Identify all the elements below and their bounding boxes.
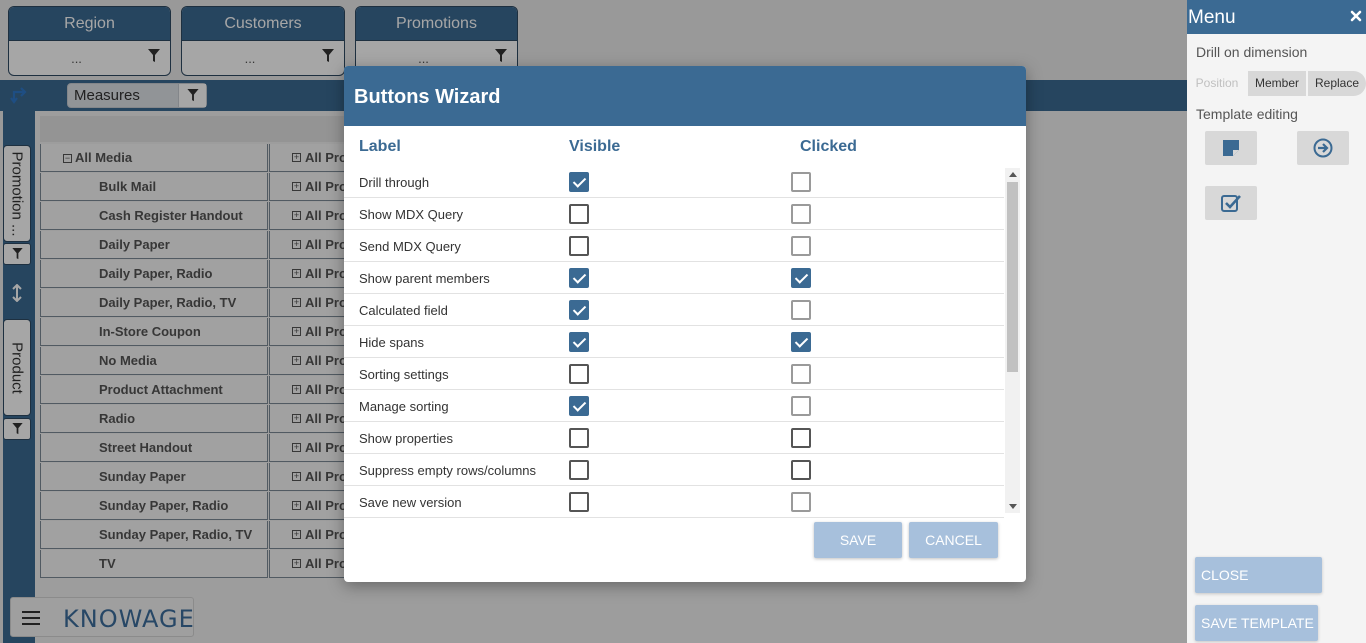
wizard-row-label: Show parent members	[359, 271, 490, 286]
drill-on-dimension-label: Drill on dimension	[1196, 44, 1308, 60]
buttons-wizard-button[interactable]	[1205, 186, 1257, 220]
wizard-row-label: Save new version	[359, 495, 462, 510]
wizard-row: Suppress empty rows/columns	[344, 454, 1004, 486]
wizard-row: Calculated field	[344, 294, 1004, 326]
visible-checkbox[interactable]	[569, 332, 589, 352]
wizard-row-label: Show MDX Query	[359, 207, 464, 222]
wizard-row: Drill through	[344, 166, 1004, 198]
clicked-checkbox[interactable]	[791, 172, 811, 192]
buttons-table: Drill through Show MDX Query Send MDX Quer…	[344, 166, 1004, 518]
visible-checkbox[interactable]	[569, 300, 589, 320]
scroll-thumb[interactable]	[1007, 182, 1018, 372]
visible-checkbox[interactable]	[569, 396, 589, 416]
template-navigate-button[interactable]	[1297, 131, 1349, 165]
clicked-checkbox[interactable]	[791, 396, 811, 416]
visible-checkbox[interactable]	[569, 236, 589, 256]
wizard-row: Show parent members	[344, 262, 1004, 294]
designer-menu: Menu Drill on dimension Template editing	[1187, 0, 1366, 643]
clicked-checkbox[interactable]	[791, 236, 811, 256]
close-icon[interactable]	[1348, 8, 1364, 24]
visible-checkbox[interactable]	[569, 460, 589, 480]
clicked-checkbox[interactable]	[791, 268, 811, 288]
wizard-row-label: Drill through	[359, 175, 430, 190]
clicked-checkbox[interactable]	[791, 300, 811, 320]
column-header-clicked: Clicked	[800, 138, 857, 155]
scroll-up-arrow-icon[interactable]	[1009, 172, 1017, 177]
clicked-checkbox[interactable]	[791, 364, 811, 384]
wizard-row: Send MDX Query	[344, 230, 1004, 262]
visible-checkbox[interactable]	[569, 428, 589, 448]
buttons-wizard-dialog: Buttons Wizard Label Visible Clicked Dri…	[344, 66, 1026, 582]
visible-checkbox[interactable]	[569, 268, 589, 288]
menu-title: Menu	[1188, 7, 1236, 28]
checkbox-square-icon	[1221, 195, 1241, 212]
clicked-checkbox[interactable]	[791, 460, 811, 480]
clicked-checkbox[interactable]	[791, 332, 811, 352]
scroll-down-arrow-icon[interactable]	[1009, 504, 1017, 509]
close-designer-button[interactable]: CLOSE DESIGNER	[1195, 557, 1322, 619]
clicked-checkbox[interactable]	[791, 428, 811, 448]
visible-checkbox[interactable]	[569, 204, 589, 224]
sticky-note-icon	[1223, 140, 1239, 156]
menu-header: Menu	[1187, 0, 1366, 34]
drill-replace-option[interactable]: Replace	[1308, 71, 1366, 96]
clicked-checkbox[interactable]	[791, 492, 811, 512]
arrow-circle-right-icon	[1313, 138, 1333, 158]
wizard-row-label: Hide spans	[359, 335, 425, 350]
drill-member-option[interactable]: Member	[1248, 71, 1306, 96]
visible-checkbox[interactable]	[569, 172, 589, 192]
wizard-row: Sorting settings	[344, 358, 1004, 390]
column-header-label: Label	[359, 138, 401, 155]
dialog-header: Buttons Wizard	[344, 66, 1026, 126]
wizard-row: Show properties	[344, 422, 1004, 454]
wizard-row: Manage sorting	[344, 390, 1004, 422]
visible-checkbox[interactable]	[569, 364, 589, 384]
template-note-button[interactable]	[1205, 131, 1257, 165]
wizard-row-label: Calculated field	[359, 303, 448, 318]
wizard-row-label: Sorting settings	[359, 367, 449, 382]
wizard-row-label: Send MDX Query	[359, 239, 461, 254]
cancel-button[interactable]: CANCEL	[909, 522, 998, 558]
save-template-button[interactable]: SAVE TEMPLATE	[1195, 605, 1318, 641]
table-scrollbar[interactable]	[1005, 168, 1020, 513]
template-editing-label: Template editing	[1196, 106, 1298, 122]
wizard-row: Show MDX Query	[344, 198, 1004, 230]
wizard-row-label: Show properties	[359, 431, 453, 446]
dialog-title: Buttons Wizard	[354, 86, 501, 108]
wizard-row-label: Suppress empty rows/columns	[359, 463, 537, 478]
wizard-row: Hide spans	[344, 326, 1004, 358]
column-header-visible: Visible	[569, 138, 621, 155]
wizard-row: Save new version	[344, 486, 1004, 518]
drill-position-option[interactable]: Position	[1187, 71, 1247, 96]
wizard-row-label: Manage sorting	[359, 399, 449, 414]
save-button[interactable]: SAVE	[814, 522, 902, 558]
visible-checkbox[interactable]	[569, 492, 589, 512]
clicked-checkbox[interactable]	[791, 204, 811, 224]
